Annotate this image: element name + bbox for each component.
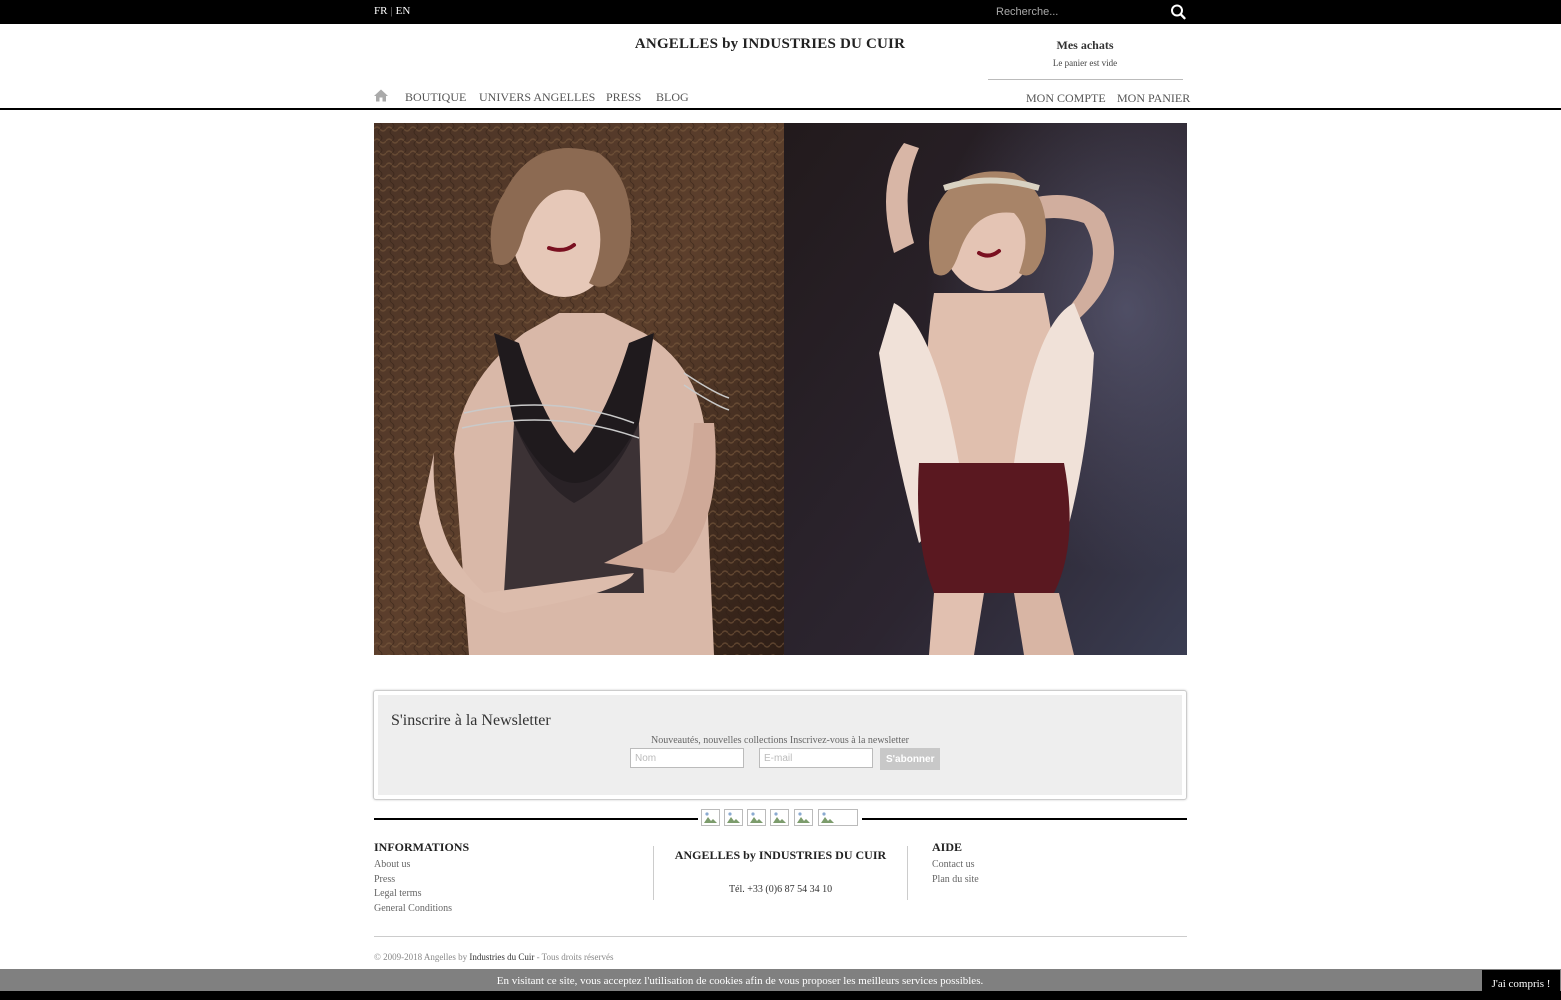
nav-press[interactable]: PRESS bbox=[606, 90, 641, 105]
footer-link-press[interactable]: Press bbox=[374, 874, 395, 885]
hero-banner-image[interactable] bbox=[374, 123, 1187, 655]
social-image-icon[interactable] bbox=[747, 809, 766, 826]
copyright-suffix: - Tous droits réservés bbox=[534, 952, 614, 962]
newsletter-panel: S'inscrire à la Newsletter Nouveautés, n… bbox=[373, 690, 1187, 800]
social-image-icon[interactable] bbox=[770, 809, 789, 826]
footer-divider-right bbox=[907, 846, 908, 900]
top-bar bbox=[0, 0, 1561, 24]
footer-link-general-conditions[interactable]: General Conditions bbox=[374, 903, 452, 914]
footer-link-about[interactable]: About us bbox=[374, 859, 410, 870]
social-divider-right bbox=[862, 818, 1187, 820]
cookie-banner-bottom bbox=[0, 991, 1561, 1000]
footer-aide-heading: AIDE bbox=[932, 840, 963, 854]
cookie-accept-button[interactable]: J'ai compris ! bbox=[1482, 970, 1560, 998]
copyright-notice: © 2009-2018 Angelles by Industries du Cu… bbox=[374, 952, 614, 962]
newsletter-subscribe-button[interactable]: S'abonner bbox=[880, 748, 940, 770]
footer-link-legal-terms[interactable]: Legal terms bbox=[374, 888, 421, 899]
footer-telephone: Tél. +33 (0)6 87 54 34 10 bbox=[728, 884, 833, 895]
newsletter-email-input[interactable] bbox=[759, 748, 873, 768]
search-icon[interactable] bbox=[1168, 3, 1188, 21]
newsletter-subtitle: Nouveautés, nouvelles collections Inscri… bbox=[651, 735, 909, 746]
footer-link-sitemap[interactable]: Plan du site bbox=[932, 874, 979, 885]
search-input[interactable] bbox=[990, 2, 1177, 22]
cart-title: Mes achats bbox=[1056, 38, 1114, 52]
cart-status: Le panier est vide bbox=[1052, 58, 1118, 68]
newsletter-name-input[interactable] bbox=[630, 748, 744, 768]
footer-link-contact[interactable]: Contact us bbox=[932, 859, 975, 870]
social-image-icon[interactable] bbox=[818, 809, 858, 826]
copyright-link[interactable]: Industries du Cuir bbox=[469, 952, 534, 962]
social-image-icon[interactable] bbox=[701, 809, 720, 826]
home-icon[interactable] bbox=[374, 89, 388, 102]
social-divider-left bbox=[374, 818, 698, 820]
footer-rule bbox=[374, 936, 1187, 937]
lang-fr-link[interactable]: FR bbox=[374, 5, 387, 17]
header-divider bbox=[0, 108, 1561, 110]
nav-boutique[interactable]: BOUTIQUE bbox=[405, 90, 466, 105]
cookie-banner-text: En visitant ce site, vous acceptez l'uti… bbox=[496, 975, 984, 987]
footer-brand: ANGELLES by INDUSTRIES DU CUIR bbox=[674, 848, 887, 862]
nav-univers-angelles[interactable]: UNIVERS ANGELLES bbox=[479, 90, 595, 105]
copyright-prefix: © 2009-2018 Angelles by bbox=[374, 952, 470, 962]
nav-mon-panier[interactable]: MON PANIER bbox=[1117, 91, 1190, 106]
newsletter-title: S'inscrire à la Newsletter bbox=[391, 712, 551, 729]
language-switcher: FR | EN bbox=[374, 5, 410, 17]
nav-blog[interactable]: BLOG bbox=[656, 90, 689, 105]
lang-separator: | bbox=[390, 5, 393, 17]
lang-en-link[interactable]: EN bbox=[396, 5, 411, 17]
footer-informations-heading: INFORMATIONS bbox=[374, 840, 470, 854]
social-image-icon[interactable] bbox=[794, 809, 813, 826]
site-brand-title[interactable]: ANGELLES by INDUSTRIES DU CUIR bbox=[560, 36, 980, 53]
social-image-icon[interactable] bbox=[724, 809, 743, 826]
nav-mon-compte[interactable]: MON COMPTE bbox=[1026, 91, 1106, 106]
cookie-banner: En visitant ce site, vous acceptez l'uti… bbox=[0, 969, 1561, 991]
cart-divider bbox=[988, 79, 1183, 80]
